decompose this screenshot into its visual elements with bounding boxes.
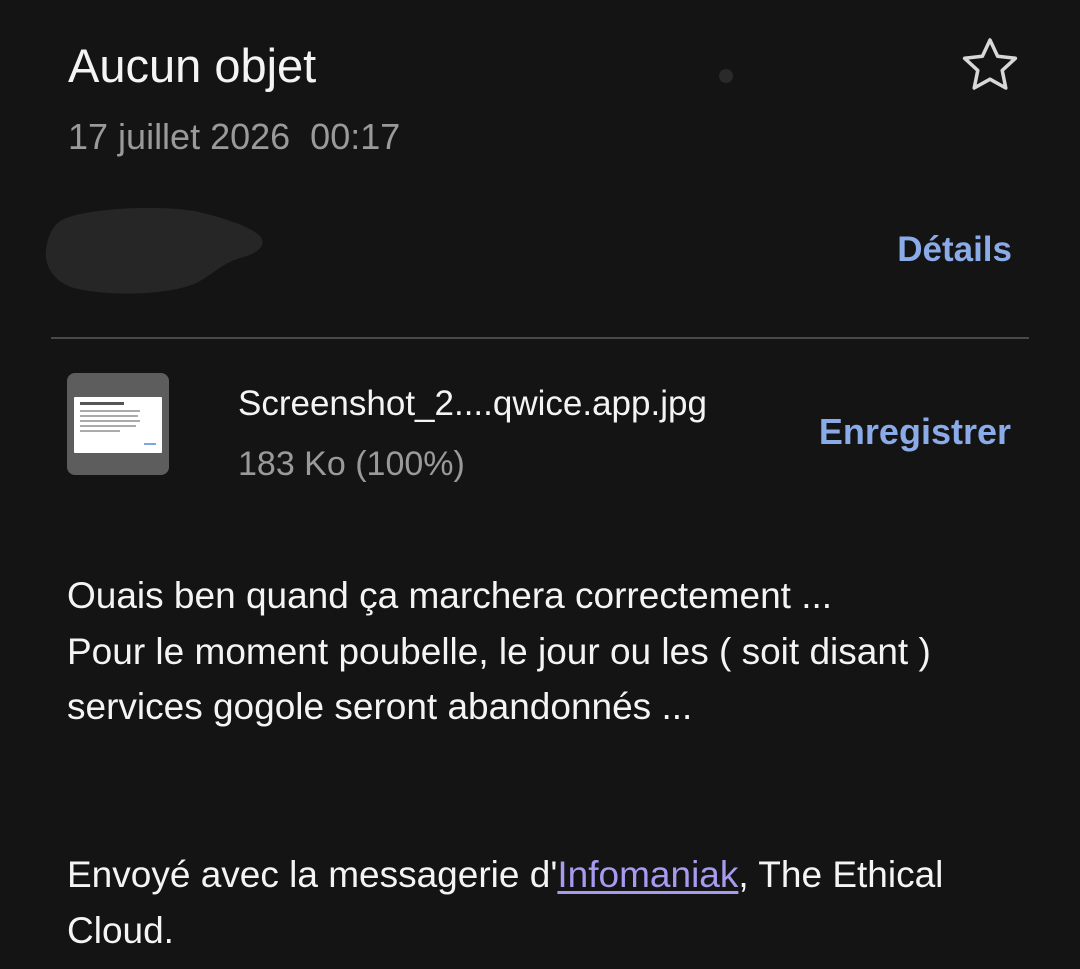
attachment-file-size: 183 Ko (100%) (238, 445, 465, 483)
attachment-thumbnail[interactable] (67, 373, 169, 475)
body-line: Pour le moment poubelle, le jour ou les … (67, 630, 931, 728)
email-subject: Aucun objet (68, 39, 317, 92)
email-body: Ouais ben quand ça marchera correctement… (67, 568, 1027, 735)
star-icon[interactable] (959, 36, 1021, 94)
body-line: Ouais ben quand ça marchera correctement… (67, 575, 833, 616)
details-link[interactable]: Détails (897, 228, 1012, 272)
image-thumbnail-icon (74, 397, 162, 453)
attachment-file-name[interactable]: Screenshot_2....qwice.app.jpg (238, 382, 707, 426)
email-datetime: 17 juillet 2026 00:17 (68, 116, 401, 157)
signature-prefix: Envoyé avec la messagerie d' (67, 854, 558, 895)
infomaniak-link[interactable]: Infomaniak (557, 854, 738, 895)
camera-dot (719, 69, 733, 83)
redacted-sender (45, 207, 263, 294)
divider (51, 337, 1029, 339)
email-signature: Envoyé avec la messagerie d'Infomaniak, … (67, 847, 1027, 958)
save-attachment-button[interactable]: Enregistrer (819, 410, 1011, 454)
